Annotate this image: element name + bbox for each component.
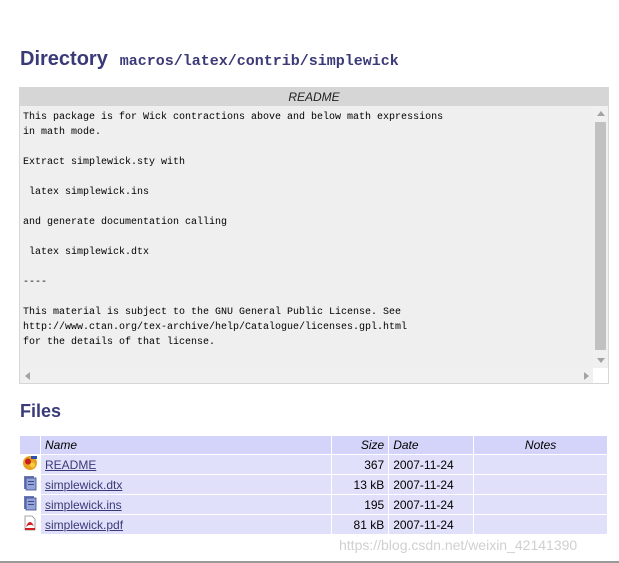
scroll-down-arrow-icon[interactable] [597,358,605,363]
files-table: Name Size Date Notes README 367 2007-11-… [19,435,608,535]
file-date: 2007-11-24 [389,475,474,494]
scroll-up-arrow-icon[interactable] [597,111,605,116]
readme-header: README [20,88,608,106]
table-row: simplewick.dtx 13 kB 2007-11-24 [20,475,607,494]
directory-heading: Directory macros/latex/contrib/simplewic… [20,36,399,73]
notes-column-header: Notes [474,436,607,454]
file-date: 2007-11-24 [389,515,474,534]
file-notes [474,495,607,514]
file-link-readme[interactable]: README [45,458,96,472]
table-row: README 367 2007-11-24 [20,455,607,474]
scroll-right-arrow-icon[interactable] [584,372,589,380]
watermark: https://blog.csdn.net/weixin_42141390 [339,537,578,553]
readme-horizontal-scrollbar[interactable] [20,368,594,383]
pdf-file-icon [24,515,36,531]
files-table-header-row: Name Size Date Notes [20,436,607,454]
size-column-header: Size [332,436,389,454]
file-link-simplewick-dtx[interactable]: simplewick.dtx [45,478,122,492]
file-size: 367 [332,455,389,474]
file-notes [474,455,607,474]
file-link-simplewick-ins[interactable]: simplewick.ins [45,498,122,512]
file-size: 195 [332,495,389,514]
icon-column-header [20,436,40,454]
vertical-scroll-thumb[interactable] [595,122,606,350]
dtx-file-icon [24,476,37,491]
readme-content-area[interactable]: This package is for Wick contractions ab… [20,106,594,368]
file-notes [474,475,607,494]
file-notes [474,515,607,534]
files-heading: Files [20,401,62,421]
table-row: simplewick.ins 195 2007-11-24 [20,495,607,514]
table-row: simplewick.pdf 81 kB 2007-11-24 [20,515,607,534]
readme-vertical-scrollbar[interactable] [593,106,608,368]
file-size: 13 kB [332,475,389,494]
readme-file-icon [23,456,37,470]
file-size: 81 kB [332,515,389,534]
file-date: 2007-11-24 [389,455,474,474]
date-column-header: Date [389,436,474,454]
directory-path: macros/latex/contrib/simplewick [119,53,399,70]
scrollbar-corner [593,368,608,383]
readme-text: This package is for Wick contractions ab… [23,112,444,348]
readme-panel: README This package is for Wick contract… [19,87,609,384]
file-date: 2007-11-24 [389,495,474,514]
name-column-header: Name [41,436,332,454]
ins-file-icon [24,496,37,511]
file-link-simplewick-pdf[interactable]: simplewick.pdf [45,518,123,532]
scroll-left-arrow-icon[interactable] [25,372,30,380]
directory-title: Directory [20,48,108,70]
